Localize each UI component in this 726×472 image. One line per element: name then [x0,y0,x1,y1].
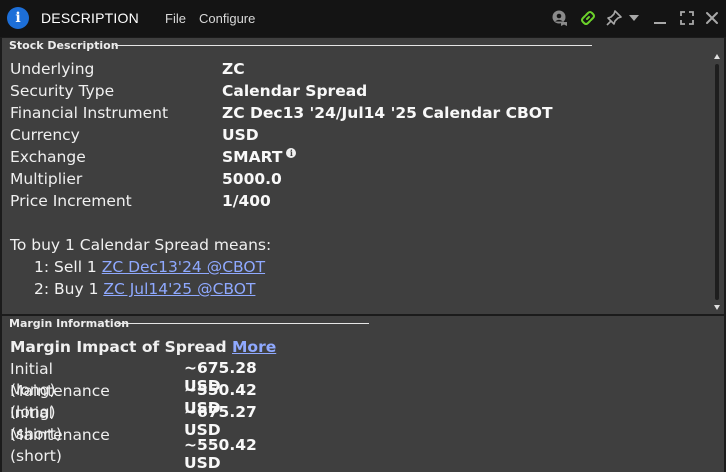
leg-2-prefix: 2: Buy 1 [34,280,104,298]
margin-information-header: Margin Information [9,317,130,330]
label-maintenance-short: Maintenance (short) [10,426,110,465]
value-security-type: Calendar Spread [222,82,368,100]
exchange-info-icon[interactable]: i [286,148,297,158]
stock-description-panel: Stock Description Underlying ZC Security… [2,38,724,314]
label-currency: Currency [10,126,80,144]
scroll-thumb[interactable] [715,64,719,300]
pin-icon[interactable] [604,8,624,28]
label-multiplier: Multiplier [10,170,83,188]
margin-information-panel: Margin Information Margin Impact of Spre… [2,316,724,472]
value-financial-instrument: ZC Dec13 '24/Jul14 '25 Calendar CBOT [222,104,553,122]
margin-impact-text: Margin Impact of Spread [10,338,227,356]
leg-1-prefix: 1: Sell 1 [34,258,102,276]
chat-icon[interactable] [550,8,570,28]
value-exchange-text: SMART [222,148,283,167]
margin-impact-line: Margin Impact of Spread More [10,338,276,356]
value-multiplier: 5000.0 [222,170,282,188]
stock-description-header: Stock Description [9,39,119,52]
maximize-icon[interactable] [677,8,697,28]
menu-file[interactable]: File [165,11,186,26]
scroll-down-arrow-icon[interactable] [714,305,720,310]
dropdown-icon[interactable] [624,8,644,28]
label-exchange: Exchange [10,148,86,166]
leg-1-link[interactable]: ZC Dec13'24 @CBOT [102,258,265,276]
value-maintenance-short: ~550.42 USD [184,436,257,472]
leg-1-line: 1: Sell 1 ZC Dec13'24 @CBOT [34,258,265,276]
value-price-increment: 1/400 [222,192,271,210]
menu-configure[interactable]: Configure [199,11,255,26]
value-currency: USD [222,126,259,144]
label-security-type: Security Type [10,82,115,100]
section-divider [115,45,592,46]
minimize-icon[interactable] [650,8,670,28]
title-bar: i DESCRIPTION File Configure [0,0,726,37]
window-title: DESCRIPTION [41,10,139,26]
value-initial-short: ~675.27 USD [184,403,257,439]
buy-explanation-text: To buy 1 Calendar Spread means: [10,236,272,254]
description-window: i DESCRIPTION File Configure Stock Descr… [0,0,726,472]
info-logo-icon[interactable]: i [7,7,29,29]
scroll-up-arrow-icon[interactable] [714,54,720,59]
value-underlying: ZC [222,60,245,78]
label-price-increment: Price Increment [10,192,132,210]
section-divider [117,323,369,324]
close-icon[interactable] [702,8,722,28]
value-exchange: SMART i [222,148,297,167]
link-icon[interactable] [578,8,598,28]
label-financial-instrument: Financial Instrument [10,104,169,122]
leg-2-line: 2: Buy 1 ZC Jul14'25 @CBOT [34,280,255,298]
label-underlying: Underlying [10,60,95,78]
more-link[interactable]: More [232,338,276,356]
leg-2-link[interactable]: ZC Jul14'25 @CBOT [103,280,255,298]
scrollbar[interactable] [712,52,722,314]
